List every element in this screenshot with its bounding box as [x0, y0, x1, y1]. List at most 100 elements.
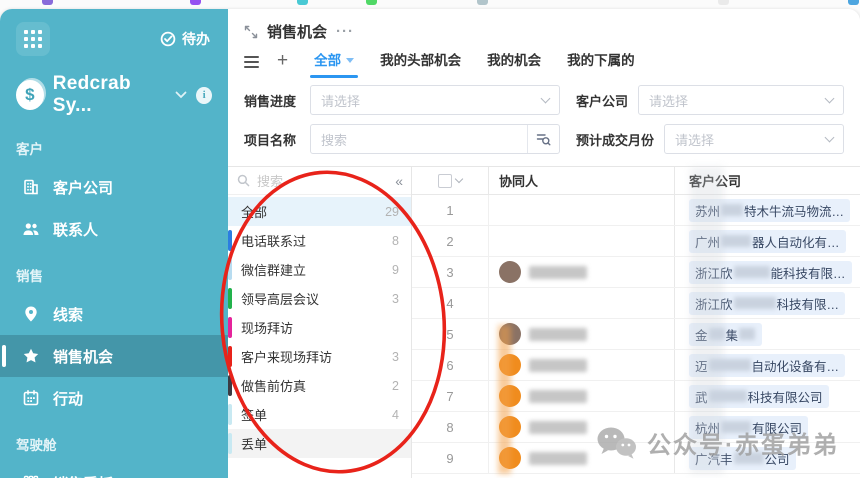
sidebar-item-customer-company[interactable]: 客户公司 [0, 166, 228, 208]
stage-color-bar [228, 375, 232, 396]
taskbar-icon-fragment [477, 0, 488, 5]
building-icon [24, 179, 38, 195]
company-chip[interactable]: 迈自动化设备有… [689, 353, 846, 377]
sidebar-item-sales-board[interactable]: 销售看板 [0, 462, 228, 478]
company-chip[interactable]: 广汽丰 公司 [689, 446, 796, 470]
workspace-switcher[interactable]: $ Redcrab Sy... i [0, 56, 228, 123]
project-name-input[interactable]: 搜索 [310, 124, 560, 154]
taskbar-icon-fragment [42, 0, 53, 5]
avatar [499, 416, 521, 438]
column-header-company[interactable]: 客户公司 [674, 167, 860, 194]
stage-item-signed[interactable]: 签单 4 [228, 400, 411, 429]
sidebar-item-label: 联系人 [53, 221, 99, 239]
table-row[interactable]: 1 苏州 特木牛流马物流… [412, 195, 860, 226]
filter-label-sales-stage: 销售进度 [244, 93, 297, 109]
view-list-icon[interactable] [244, 55, 259, 68]
avatar [499, 385, 521, 407]
content-area: 搜索 « 全部 29 电话联系过 8 微信群建立 9 领导高层会议 3 现场拜访… [228, 166, 860, 478]
check-circle-icon [160, 31, 176, 47]
chevron-down-icon [824, 93, 835, 103]
sales-stage-select[interactable]: 请选择 [310, 85, 560, 115]
calendar-icon [23, 389, 39, 406]
expand-icon[interactable] [244, 25, 258, 39]
star-icon [23, 348, 39, 363]
company-chip[interactable]: 浙江欣 能科技有限… [689, 260, 852, 284]
stage-color-bar [228, 404, 232, 425]
stage-item-all[interactable]: 全部 29 [228, 197, 411, 226]
table-row[interactable]: 4 浙江欣 科技有限… [412, 288, 860, 319]
filter-label-expected-month: 预计成交月份 [576, 132, 655, 148]
company-chip[interactable]: 广州 器人自动化有… [689, 229, 846, 253]
table-row[interactable]: 9 广汽丰 公司 [412, 443, 860, 474]
tab-my-top-opportunities[interactable]: 我的头部机会 [380, 49, 461, 78]
avatar [499, 323, 521, 345]
info-icon[interactable]: i [196, 86, 212, 104]
brand-name: Redcrab Sy... [52, 73, 131, 116]
company-chip[interactable]: 金集 [689, 322, 763, 346]
taskbar-icon-fragment [190, 0, 201, 5]
page-title: 销售机会 [267, 24, 328, 41]
company-chip[interactable]: 杭州 有限公司 [689, 415, 809, 439]
chevron-down-icon [824, 132, 835, 142]
avatar [499, 261, 521, 283]
chevron-down-icon[interactable] [175, 91, 187, 99]
redacted-name [529, 389, 587, 403]
list-search-icon[interactable] [527, 125, 559, 153]
sidebar-item-label: 销售看板 [53, 473, 113, 478]
stage-list: 全部 29 电话联系过 8 微信群建立 9 领导高层会议 3 现场拜访 客户来现… [228, 195, 411, 478]
sidebar-section-customer: 客户 [16, 142, 43, 157]
stage-color-bar [228, 433, 232, 454]
stage-item-wechat-group[interactable]: 微信群建立 9 [228, 255, 411, 284]
expected-month-select[interactable]: 请选择 [664, 124, 844, 154]
customer-company-select[interactable]: 请选择 [638, 85, 844, 115]
company-chip[interactable]: 苏州 特木牛流马物流… [689, 198, 851, 222]
redacted-name [529, 358, 587, 372]
select-menu-caret-icon[interactable] [454, 174, 464, 184]
sidebar-item-contacts[interactable]: 联系人 [0, 208, 228, 250]
stage-search[interactable]: 搜索 « [228, 167, 411, 195]
kanban-icon [23, 475, 39, 478]
pin-icon [25, 306, 37, 322]
taskbar-icon-fragment [848, 0, 859, 5]
table-row[interactable]: 8 杭州 有限公司 [412, 412, 860, 443]
stage-item-executive-meeting[interactable]: 领导高层会议 3 [228, 284, 411, 313]
taskbar-icon-fragment [366, 0, 377, 5]
company-chip[interactable]: 浙江欣 科技有限… [689, 291, 846, 315]
main-area: 销售机会 ··· + 全部 我的头部机会 我的机会 我的下属的 销售进度 请选择… [228, 9, 860, 478]
view-tabs: + 全部 我的头部机会 我的机会 我的下属的 [228, 44, 860, 78]
stage-item-presales-simulation[interactable]: 做售前仿真 2 [228, 371, 411, 400]
table-row[interactable]: 7 武科技有限公司 [412, 381, 860, 412]
filter-bar: 销售进度 请选择 客户公司 请选择 项目名称 搜索 预计成交月份 请选择 [228, 78, 860, 166]
app-launcher-icon[interactable] [16, 22, 50, 56]
table-row[interactable]: 6 迈自动化设备有… [412, 350, 860, 381]
sidebar-item-leads[interactable]: 线索 [0, 293, 228, 335]
todo-button[interactable]: 待办 [160, 29, 210, 49]
column-header-collaborator[interactable]: 协同人 [488, 167, 674, 194]
stage-item-lost[interactable]: 丢单 [228, 429, 411, 458]
todo-label: 待办 [182, 31, 210, 47]
stage-item-phoned[interactable]: 电话联系过 8 [228, 226, 411, 255]
sidebar-item-actions[interactable]: 行动 [0, 377, 228, 419]
table-row[interactable]: 3 浙江欣 能科技有限… [412, 257, 860, 288]
redacted-name [529, 451, 587, 465]
brand-coin-icon: $ [16, 80, 44, 110]
add-view-icon[interactable]: + [277, 51, 288, 70]
tab-all[interactable]: 全部 [310, 49, 359, 78]
tab-my-opportunities[interactable]: 我的机会 [487, 49, 541, 78]
table-row[interactable]: 5 金集 [412, 319, 860, 350]
sidebar-item-label: 行动 [53, 390, 84, 408]
sidebar-item-sales-opportunities[interactable]: 销售机会 [0, 335, 228, 377]
table-row[interactable]: 2 广州 器人自动化有… [412, 226, 860, 257]
more-menu-icon[interactable]: ··· [336, 23, 354, 40]
collapse-panel-icon[interactable]: « [395, 173, 403, 189]
stage-item-site-visit[interactable]: 现场拜访 [228, 313, 411, 342]
sidebar-section-sales: 销售 [16, 269, 43, 284]
select-all-checkbox[interactable] [438, 173, 452, 188]
stage-item-customer-visit[interactable]: 客户来现场拜访 3 [228, 342, 411, 371]
sidebar-item-label: 线索 [53, 306, 84, 324]
company-chip[interactable]: 武科技有限公司 [689, 384, 829, 408]
redacted-name [529, 327, 587, 341]
stage-color-bar [228, 317, 232, 338]
stage-color-bar [228, 259, 232, 280]
tab-my-subordinates[interactable]: 我的下属的 [567, 49, 635, 78]
